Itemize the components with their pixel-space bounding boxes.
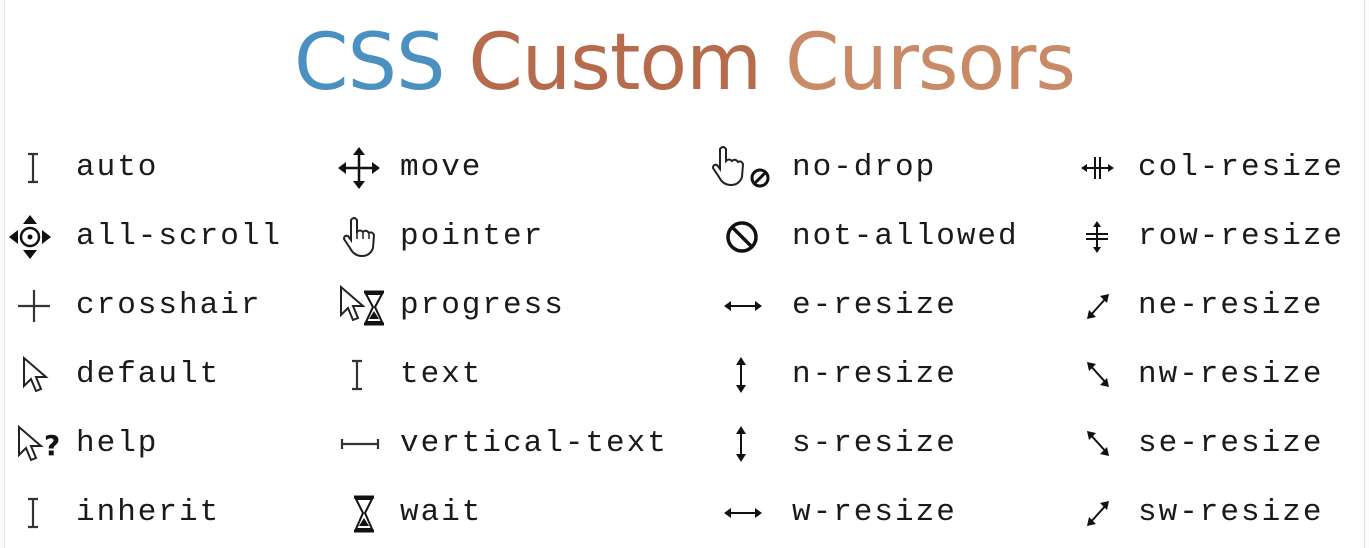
title-css: CSS [294, 18, 445, 108]
crosshair-icon [14, 281, 66, 331]
i-beam-icon [338, 350, 390, 400]
cursor-label: move [400, 150, 483, 185]
vertical-text-icon [338, 419, 390, 469]
cursor-label: pointer [400, 219, 545, 254]
diagonal-nw-arrow-icon [1076, 350, 1128, 400]
hand-no-drop-icon [708, 143, 770, 193]
arrow-pointer-icon [14, 350, 66, 400]
i-beam-icon [14, 143, 66, 193]
title-custom: Custom [468, 18, 762, 108]
not-allowed-icon [708, 212, 760, 262]
cursor-label: se-resize [1138, 426, 1324, 461]
page-title: CSS Custom Cursors [0, 18, 1369, 108]
cursor-label: inherit [76, 495, 221, 530]
cursor-label: e-resize [792, 288, 957, 323]
cursor-label: text [400, 357, 483, 392]
cursor-label: nw-resize [1138, 357, 1324, 392]
cursor-label: no-drop [792, 150, 937, 185]
cursor-label: crosshair [76, 288, 262, 323]
cursor-label: col-resize [1138, 150, 1345, 185]
vertical-arrow-icon [708, 350, 760, 400]
cursor-label: progress [400, 288, 565, 323]
i-beam-icon [14, 488, 66, 538]
cursor-label: s-resize [792, 426, 957, 461]
diagonal-ne-arrow-icon [1076, 488, 1128, 538]
horizontal-arrow-icon [708, 281, 762, 331]
diagonal-nw-arrow-icon [1076, 419, 1128, 469]
arrow-hourglass-icon [338, 281, 390, 331]
cursor-label: n-resize [792, 357, 957, 392]
cursor-label: w-resize [792, 495, 957, 530]
hourglass-icon [338, 488, 390, 538]
cursor-label: auto [76, 150, 159, 185]
cursor-label: wait [400, 495, 483, 530]
cursor-label: row-resize [1138, 219, 1345, 254]
title-cursors: Cursors [784, 18, 1076, 108]
cursor-label: ne-resize [1138, 288, 1324, 323]
vertical-arrow-icon [708, 419, 760, 469]
help-arrow-icon: ? [14, 419, 66, 469]
cursor-label: default [76, 357, 221, 392]
svg-text:?: ? [44, 429, 60, 462]
hand-pointer-icon [338, 212, 390, 262]
cursor-label: not-allowed [792, 219, 1019, 254]
cursor-label: sw-resize [1138, 495, 1324, 530]
row-resize-icon [1076, 212, 1128, 262]
col-resize-icon [1076, 143, 1128, 193]
diagonal-ne-arrow-icon [1076, 281, 1128, 331]
all-scroll-icon [6, 212, 58, 262]
cursor-label: vertical-text [400, 426, 668, 461]
cursor-label: all-scroll [76, 219, 283, 254]
cursor-label: help [76, 426, 159, 461]
move-arrows-icon [338, 143, 390, 193]
horizontal-arrow-icon [708, 488, 762, 538]
